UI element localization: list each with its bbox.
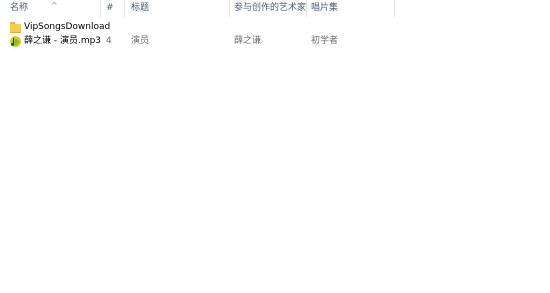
- column-header-album[interactable]: 唱片集: [301, 0, 395, 17]
- track-number: 4: [106, 36, 112, 46]
- mp3-file-icon: [10, 36, 21, 47]
- track-album: 初学者: [311, 36, 339, 46]
- file-name-cell: 薛之谦 - 演员.mp3: [10, 35, 101, 48]
- column-header-title-label: 标题: [131, 3, 150, 13]
- column-header-bar: 名称 ^ # 标题 参与创作的艺术家 唱片集: [0, 0, 550, 17]
- file-name: 薛之谦 - 演员.mp3: [24, 36, 102, 46]
- column-header-album-label: 唱片集: [311, 3, 339, 13]
- column-header-artist-label: 参与创作的艺术家: [234, 3, 307, 13]
- sort-ascending-icon: ^: [51, 1, 58, 10]
- column-header-title[interactable]: 标题: [121, 0, 229, 17]
- track-title: 演员: [131, 36, 150, 46]
- column-header-name[interactable]: 名称 ^: [0, 0, 100, 17]
- file-name: VipSongsDownload: [24, 22, 111, 32]
- column-header-number[interactable]: #: [96, 0, 124, 17]
- column-header-number-label: #: [106, 3, 114, 13]
- file-row[interactable]: VipSongsDownload: [0, 21, 550, 34]
- column-separator[interactable]: [394, 0, 395, 17]
- file-name-cell: VipSongsDownload: [10, 21, 110, 34]
- track-artist: 薛之谦: [234, 36, 262, 46]
- file-row[interactable]: 薛之谦 - 演员.mp3 4 演员 薛之谦 初学者: [0, 35, 550, 48]
- column-header-name-label: 名称: [10, 3, 29, 13]
- folder-icon: [10, 22, 21, 33]
- column-header-artist[interactable]: 参与创作的艺术家: [224, 0, 306, 17]
